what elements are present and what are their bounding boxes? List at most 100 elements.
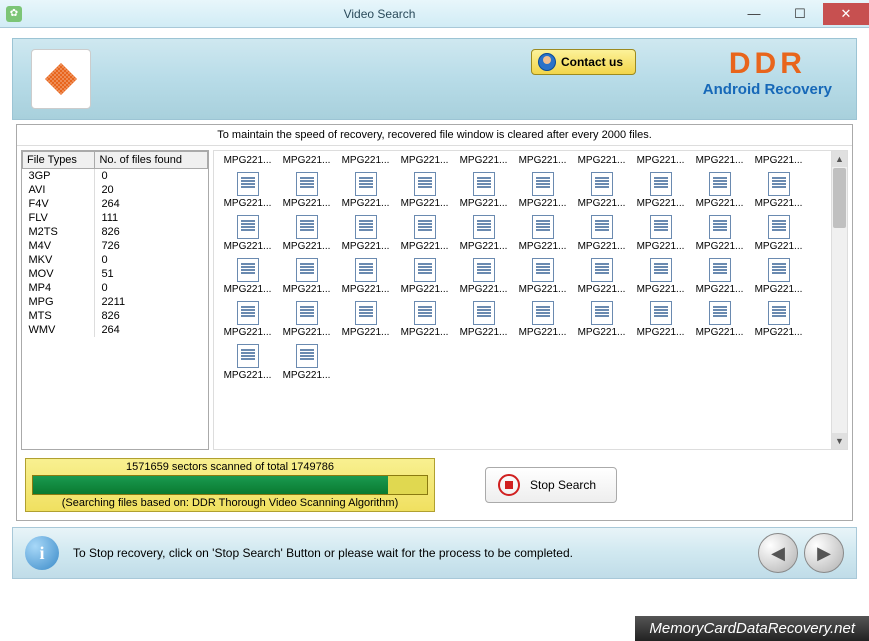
recovered-file-item[interactable]: MPG221... [690,172,749,209]
recovered-file-item[interactable]: MPG221... [454,215,513,252]
scroll-up-icon[interactable]: ▲ [832,151,847,167]
maximize-button[interactable]: ☐ [777,3,823,25]
recovered-file-item[interactable]: MPG221... [513,155,572,166]
recovered-file-item[interactable]: MPG221... [749,301,808,338]
back-button[interactable]: ◀ [758,533,798,573]
file-type-row[interactable]: MP40 [23,281,208,295]
recovered-file-item[interactable]: MPG221... [513,215,572,252]
file-icon [355,301,377,325]
file-type-row[interactable]: MKV0 [23,253,208,267]
file-type-row[interactable]: WMV264 [23,323,208,337]
scroll-thumb[interactable] [833,168,846,228]
header-band: Contact us DDR Android Recovery [12,38,857,120]
file-icon [473,215,495,239]
recovered-file-item[interactable]: MPG221... [749,258,808,295]
recovered-file-item[interactable]: MPG221... [631,155,690,166]
recovered-file-item[interactable]: MPG221... [218,172,277,209]
stop-label: Stop Search [530,478,596,492]
recovered-file-item[interactable]: MPG221... [631,172,690,209]
recovered-file-item[interactable]: MPG221... [454,301,513,338]
recovered-file-item[interactable]: MPG221... [336,172,395,209]
file-type-row[interactable]: MTS826 [23,309,208,323]
progress-box: 1571659 sectors scanned of total 1749786… [25,458,435,512]
file-types-table: File Types No. of files found 3GP0AVI20F… [21,150,209,450]
stop-search-button[interactable]: Stop Search [485,467,617,503]
scrollbar[interactable]: ▲ ▼ [831,151,847,449]
recovered-file-item[interactable]: MPG221... [631,258,690,295]
contact-us-button[interactable]: Contact us [531,49,636,75]
recovered-file-item[interactable]: MPG221... [690,301,749,338]
file-icon [591,172,613,196]
scroll-down-icon[interactable]: ▼ [832,433,847,449]
file-type-row[interactable]: MOV51 [23,267,208,281]
recovered-file-item[interactable]: MPG221... [572,215,631,252]
file-icon [709,301,731,325]
recovered-file-item[interactable]: MPG221... [218,344,277,381]
file-icon [650,258,672,282]
file-types-header[interactable]: File Types [23,152,95,169]
recovered-file-item[interactable]: MPG221... [277,258,336,295]
recovered-file-item[interactable]: MPG221... [336,155,395,166]
recovered-file-item[interactable]: MPG221... [631,215,690,252]
recovered-file-item[interactable]: MPG221... [277,344,336,381]
close-button[interactable]: ✕ [823,3,869,25]
recovered-file-item[interactable]: MPG221... [454,258,513,295]
info-strip: To maintain the speed of recovery, recov… [17,125,852,146]
recovered-file-item[interactable]: MPG221... [277,172,336,209]
recovered-file-item[interactable]: MPG221... [572,301,631,338]
algorithm-text: (Searching files based on: DDR Thorough … [28,497,432,509]
file-type-row[interactable]: AVI20 [23,183,208,197]
file-type-row[interactable]: M4V726 [23,239,208,253]
file-type-row[interactable]: FLV111 [23,211,208,225]
brand-subtitle: Android Recovery [703,81,832,98]
recovered-file-item[interactable]: MPG221... [395,258,454,295]
recovered-file-item[interactable]: MPG221... [336,215,395,252]
recovered-file-item[interactable]: MPG221... [277,301,336,338]
recovered-file-item[interactable]: MPG221... [690,215,749,252]
recovered-file-item[interactable]: MPG221... [454,172,513,209]
file-type-row[interactable]: F4V264 [23,197,208,211]
recovered-file-item[interactable]: MPG221... [572,258,631,295]
file-icon [650,172,672,196]
file-icon [768,258,790,282]
recovered-file-item[interactable]: MPG221... [277,215,336,252]
file-icon [296,215,318,239]
file-type-row[interactable]: M2TS826 [23,225,208,239]
recovered-files-grid[interactable]: MPG221...MPG221...MPG221...MPG221...MPG2… [213,150,848,450]
recovered-file-item[interactable]: MPG221... [218,301,277,338]
file-type-row[interactable]: MPG2211 [23,295,208,309]
file-icon [237,301,259,325]
next-button[interactable]: ▶ [804,533,844,573]
recovered-file-item[interactable]: MPG221... [395,301,454,338]
recovered-file-item[interactable]: MPG221... [572,155,631,166]
recovered-file-item[interactable]: MPG221... [513,258,572,295]
recovered-file-item[interactable]: MPG221... [395,155,454,166]
file-icon [237,172,259,196]
minimize-button[interactable]: — [731,3,777,25]
recovered-file-item[interactable]: MPG221... [218,258,277,295]
recovered-file-item[interactable]: MPG221... [454,155,513,166]
recovered-file-item[interactable]: MPG221... [218,155,277,166]
recovered-file-item[interactable]: MPG221... [513,301,572,338]
recovered-file-item[interactable]: MPG221... [218,215,277,252]
recovered-file-item[interactable]: MPG221... [749,215,808,252]
file-icon [473,301,495,325]
file-icon [591,301,613,325]
recovered-file-item[interactable]: MPG221... [336,301,395,338]
recovered-file-item[interactable]: MPG221... [336,258,395,295]
file-icon [296,258,318,282]
recovered-file-item[interactable]: MPG221... [395,215,454,252]
file-icon [709,215,731,239]
recovered-file-item[interactable]: MPG221... [513,172,572,209]
recovered-file-item[interactable]: MPG221... [572,172,631,209]
recovered-file-item[interactable]: MPG221... [395,172,454,209]
recovered-file-item[interactable]: MPG221... [631,301,690,338]
file-type-row[interactable]: 3GP0 [23,169,208,184]
recovered-file-item[interactable]: MPG221... [277,155,336,166]
recovered-file-item[interactable]: MPG221... [749,172,808,209]
file-icon [709,258,731,282]
recovered-file-item[interactable]: MPG221... [690,155,749,166]
recovered-file-item[interactable]: MPG221... [690,258,749,295]
recovered-file-item[interactable]: MPG221... [749,155,808,166]
file-count-header[interactable]: No. of files found [95,152,208,169]
